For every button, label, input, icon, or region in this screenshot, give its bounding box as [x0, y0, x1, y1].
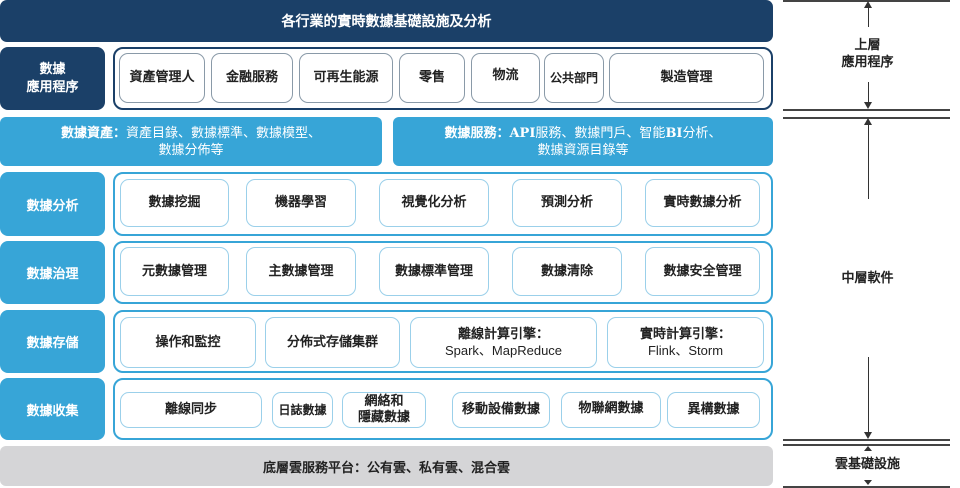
- assets-heading: 數據資產：: [60, 125, 126, 141]
- services-bi: BI: [665, 125, 683, 141]
- collection-item-title: 網絡和: [364, 394, 404, 409]
- arrow-line: [868, 82, 869, 102]
- storage-item-title: 離線計算引擎：: [457, 326, 549, 342]
- middle-layer-label: 中層軟件: [841, 271, 894, 286]
- storage-label: 數據存儲: [0, 310, 105, 373]
- analysis-item: 視覺化分析: [379, 179, 489, 227]
- analysis-item: 預測分析: [512, 179, 622, 227]
- data-services-band: 數據服務：API服務、數據門戶、智能BI分析、 數據資源目錄等: [393, 117, 773, 166]
- app-item: 製造管理: [609, 53, 764, 103]
- collection-item: 異構數據: [667, 392, 760, 428]
- analysis-label: 數據分析: [0, 172, 105, 236]
- upper-layer-line1: 上層: [854, 38, 881, 53]
- assets-text-2: 數據分佈等: [158, 142, 224, 158]
- architecture-diagram: 各行業的實時數據基礎設施及分析 數據 應用程序 資產管理人 金融服務 可再生能源…: [0, 0, 960, 488]
- app-item: 可再生能源: [299, 53, 393, 103]
- storage-item-sub: Spark、MapReduce: [444, 342, 563, 358]
- storage-item-title: 實時計算引擎：: [639, 326, 731, 342]
- app-item: 公共部門: [544, 53, 604, 103]
- app-item: 物流: [471, 53, 540, 103]
- governance-item: 元數據管理: [120, 247, 229, 296]
- services-text: 服務、數據門戶、智能: [535, 125, 666, 141]
- storage-item-sub: Flink、Storm: [647, 342, 724, 358]
- governance-item: 數據清除: [512, 247, 622, 296]
- services-text-end: 分析、: [682, 125, 722, 141]
- storage-item: 離線計算引擎： Spark、MapReduce: [410, 317, 597, 368]
- upper-layer-label: 上層 應用程序: [800, 37, 935, 71]
- governance-item: 主數據管理: [246, 247, 356, 296]
- arrow-up-icon: [864, 446, 872, 451]
- analysis-item: 實時數據分析: [645, 179, 760, 227]
- collection-item: 物聯網數據: [561, 392, 661, 428]
- collection-item: 移動設備數據: [452, 392, 550, 428]
- app-item: 零售: [399, 53, 465, 103]
- diagram-title: 各行業的實時數據基礎設施及分析: [0, 0, 773, 42]
- cloud-platform-band: 底層雲服務平台：公有雲、私有雲、混合雲: [0, 446, 773, 486]
- governance-item: 數據安全管理: [645, 247, 760, 296]
- storage-item: 實時計算引擎： Flink、Storm: [607, 317, 764, 368]
- analysis-item: 數據挖掘: [120, 179, 229, 227]
- governance-label: 數據治理: [0, 241, 105, 304]
- arrow-line: [868, 7, 869, 27]
- apps-label: 數據 應用程序: [0, 47, 105, 110]
- collection-item: 日誌數據: [272, 392, 333, 428]
- app-item: 金融服務: [211, 53, 293, 103]
- storage-item: 操作和監控: [120, 317, 256, 368]
- arrow-line: [868, 357, 869, 432]
- collection-item: 離線同步: [120, 392, 262, 428]
- analysis-item: 機器學習: [246, 179, 356, 227]
- arrow-down-icon: [864, 102, 872, 109]
- arrow-line: [868, 124, 869, 199]
- layer-divider: [783, 109, 950, 111]
- storage-item: 分佈式存儲集群: [265, 317, 400, 368]
- services-heading: 數據服務：API: [444, 125, 536, 141]
- services-text-2: 數據資源目錄等: [537, 142, 629, 158]
- collection-item-sub: 隱藏數據: [357, 410, 410, 425]
- arrow-down-icon: [864, 432, 872, 439]
- collection-label: 數據收集: [0, 378, 105, 440]
- layer-divider: [783, 486, 950, 488]
- layer-divider: [783, 439, 950, 441]
- governance-item: 數據標準管理: [379, 247, 489, 296]
- data-assets-band: 數據資產：資產目錄、數據標準、數據模型、 數據分佈等: [0, 117, 382, 166]
- collection-item: 網絡和 隱藏數據: [342, 392, 426, 428]
- assets-text: 資產目錄、數據標準、數據模型、: [126, 125, 322, 141]
- apps-label-line2: 應用程序: [26, 79, 79, 95]
- apps-label-line1: 數據: [39, 61, 66, 77]
- arrow-down-icon: [864, 480, 872, 485]
- upper-layer-line2: 應用程序: [841, 55, 894, 70]
- cloud-layer-label: 雲基礎設施: [834, 457, 900, 472]
- app-item: 資產管理人: [119, 53, 205, 103]
